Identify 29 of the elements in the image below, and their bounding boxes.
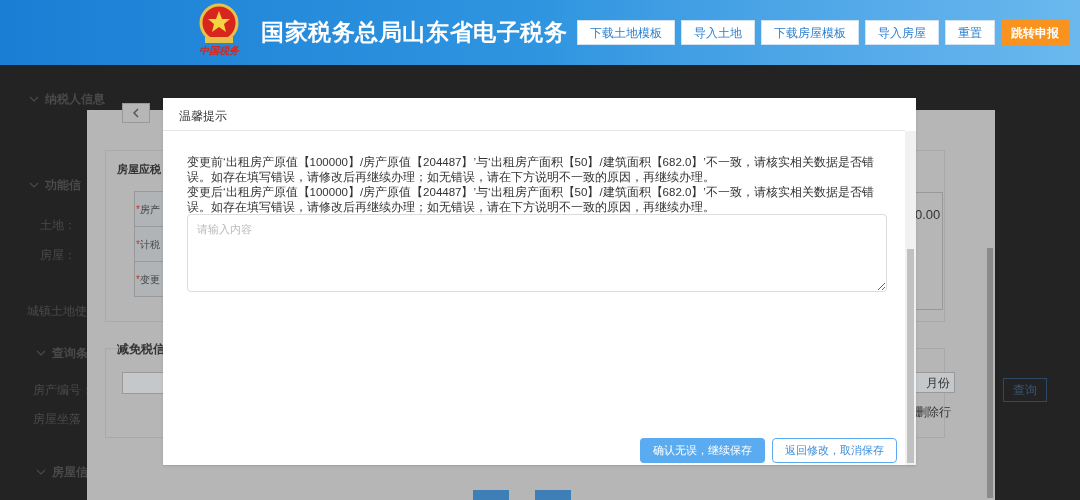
logo-caption: 中国税务 [199,44,239,57]
table-cell: *计税 [134,226,163,262]
action-button[interactable] [535,490,571,500]
chevron-down-icon [36,350,46,356]
action-button[interactable] [473,490,509,500]
declare-button[interactable]: 跳转申报 [1001,20,1069,45]
dialog-title: 温馨提示 [179,108,227,125]
table-cell: *变更 [134,261,163,297]
confirm-button[interactable]: 确认无误，继续保存 [640,438,765,463]
warning-message: 变更后‘出租房产原值【100000】/房产原值【204487】’与‘出租房产面积【50】/建筑面积【682.0】’不一致，请核实相关数据是否错误。如存在填写错误，请修改后再继续办理；如无错误，请在下方说明不一致的原因，再继续办理。 [187,185,875,215]
toolbar-button[interactable]: 导入土地 [681,20,755,45]
warning-message: 变更前‘出租房产原值【100000】/房产原值【204487】’与‘出租房产面积【50】/建筑面积【682.0】’不一致，请核实相关数据是否错误。如存在填写错误，请修改后再继续办理；如无错误，请在下方说明不一致的原因，再继续办理。 [187,155,875,185]
cancel-button[interactable]: 返回修改，取消保存 [772,438,897,463]
reason-field[interactable]: 请输入内容 [187,214,887,292]
section-title: 房屋应税 [117,162,161,177]
delete-row-link[interactable]: 删除行 [915,403,951,421]
site-title: 国家税务总局山东省电子税务 [261,18,568,48]
toolbar-button[interactable]: 重置 [945,20,995,45]
toolbar-button[interactable]: 导入房屋 [865,20,939,45]
toolbar-button[interactable]: 下载房屋模板 [761,20,859,45]
chevron-down-icon [29,182,39,188]
amount-value: 0.00 [915,206,941,224]
toolbar-button[interactable]: 下载土地模板 [577,20,675,45]
emblem-icon [199,2,239,45]
table-cell: *房产 [134,191,163,227]
chevron-down-icon [29,96,39,102]
back-button[interactable] [122,103,150,123]
chevron-left-icon [133,108,139,118]
chevron-down-icon [36,469,46,475]
